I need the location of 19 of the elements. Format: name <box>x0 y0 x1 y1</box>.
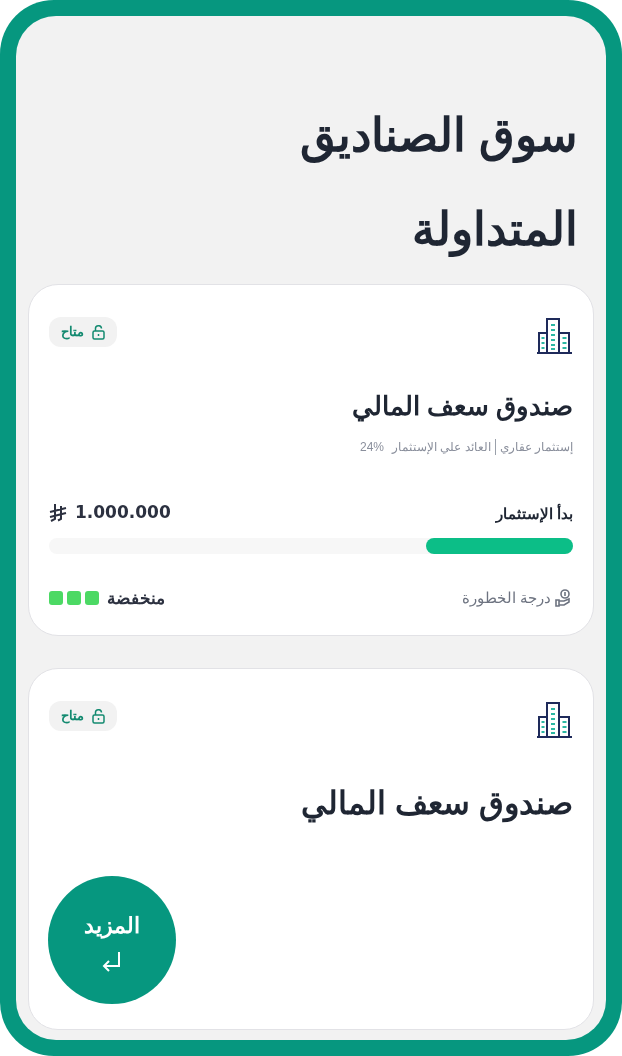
page-title: سوق الصناديق المتداولة <box>299 108 579 259</box>
investment-amount: 1.000.000 <box>75 501 171 524</box>
unlock-icon <box>92 708 105 724</box>
investment-label: بدأ الإستثمار <box>495 503 573 525</box>
fund-name: صندوق سعف المالي <box>350 390 573 424</box>
return-label: العائد علي الإستثمار <box>392 439 491 456</box>
status-badge: متاح <box>49 701 117 731</box>
return-arrow-icon <box>101 949 123 972</box>
return-value: 24% <box>359 439 384 456</box>
risk-icon <box>555 589 573 608</box>
fund-name: صندوق سعف المالي <box>300 784 573 825</box>
status-badge: متاح <box>49 317 117 347</box>
fund-category: إستثمار عقاري <box>499 439 573 456</box>
risk-value: منخفضة <box>107 587 165 610</box>
building-icon <box>537 701 573 739</box>
risk-label: درجة الخطورة <box>461 588 551 609</box>
unlock-icon <box>92 324 105 340</box>
building-icon <box>537 317 573 355</box>
currency-icon <box>49 502 67 523</box>
